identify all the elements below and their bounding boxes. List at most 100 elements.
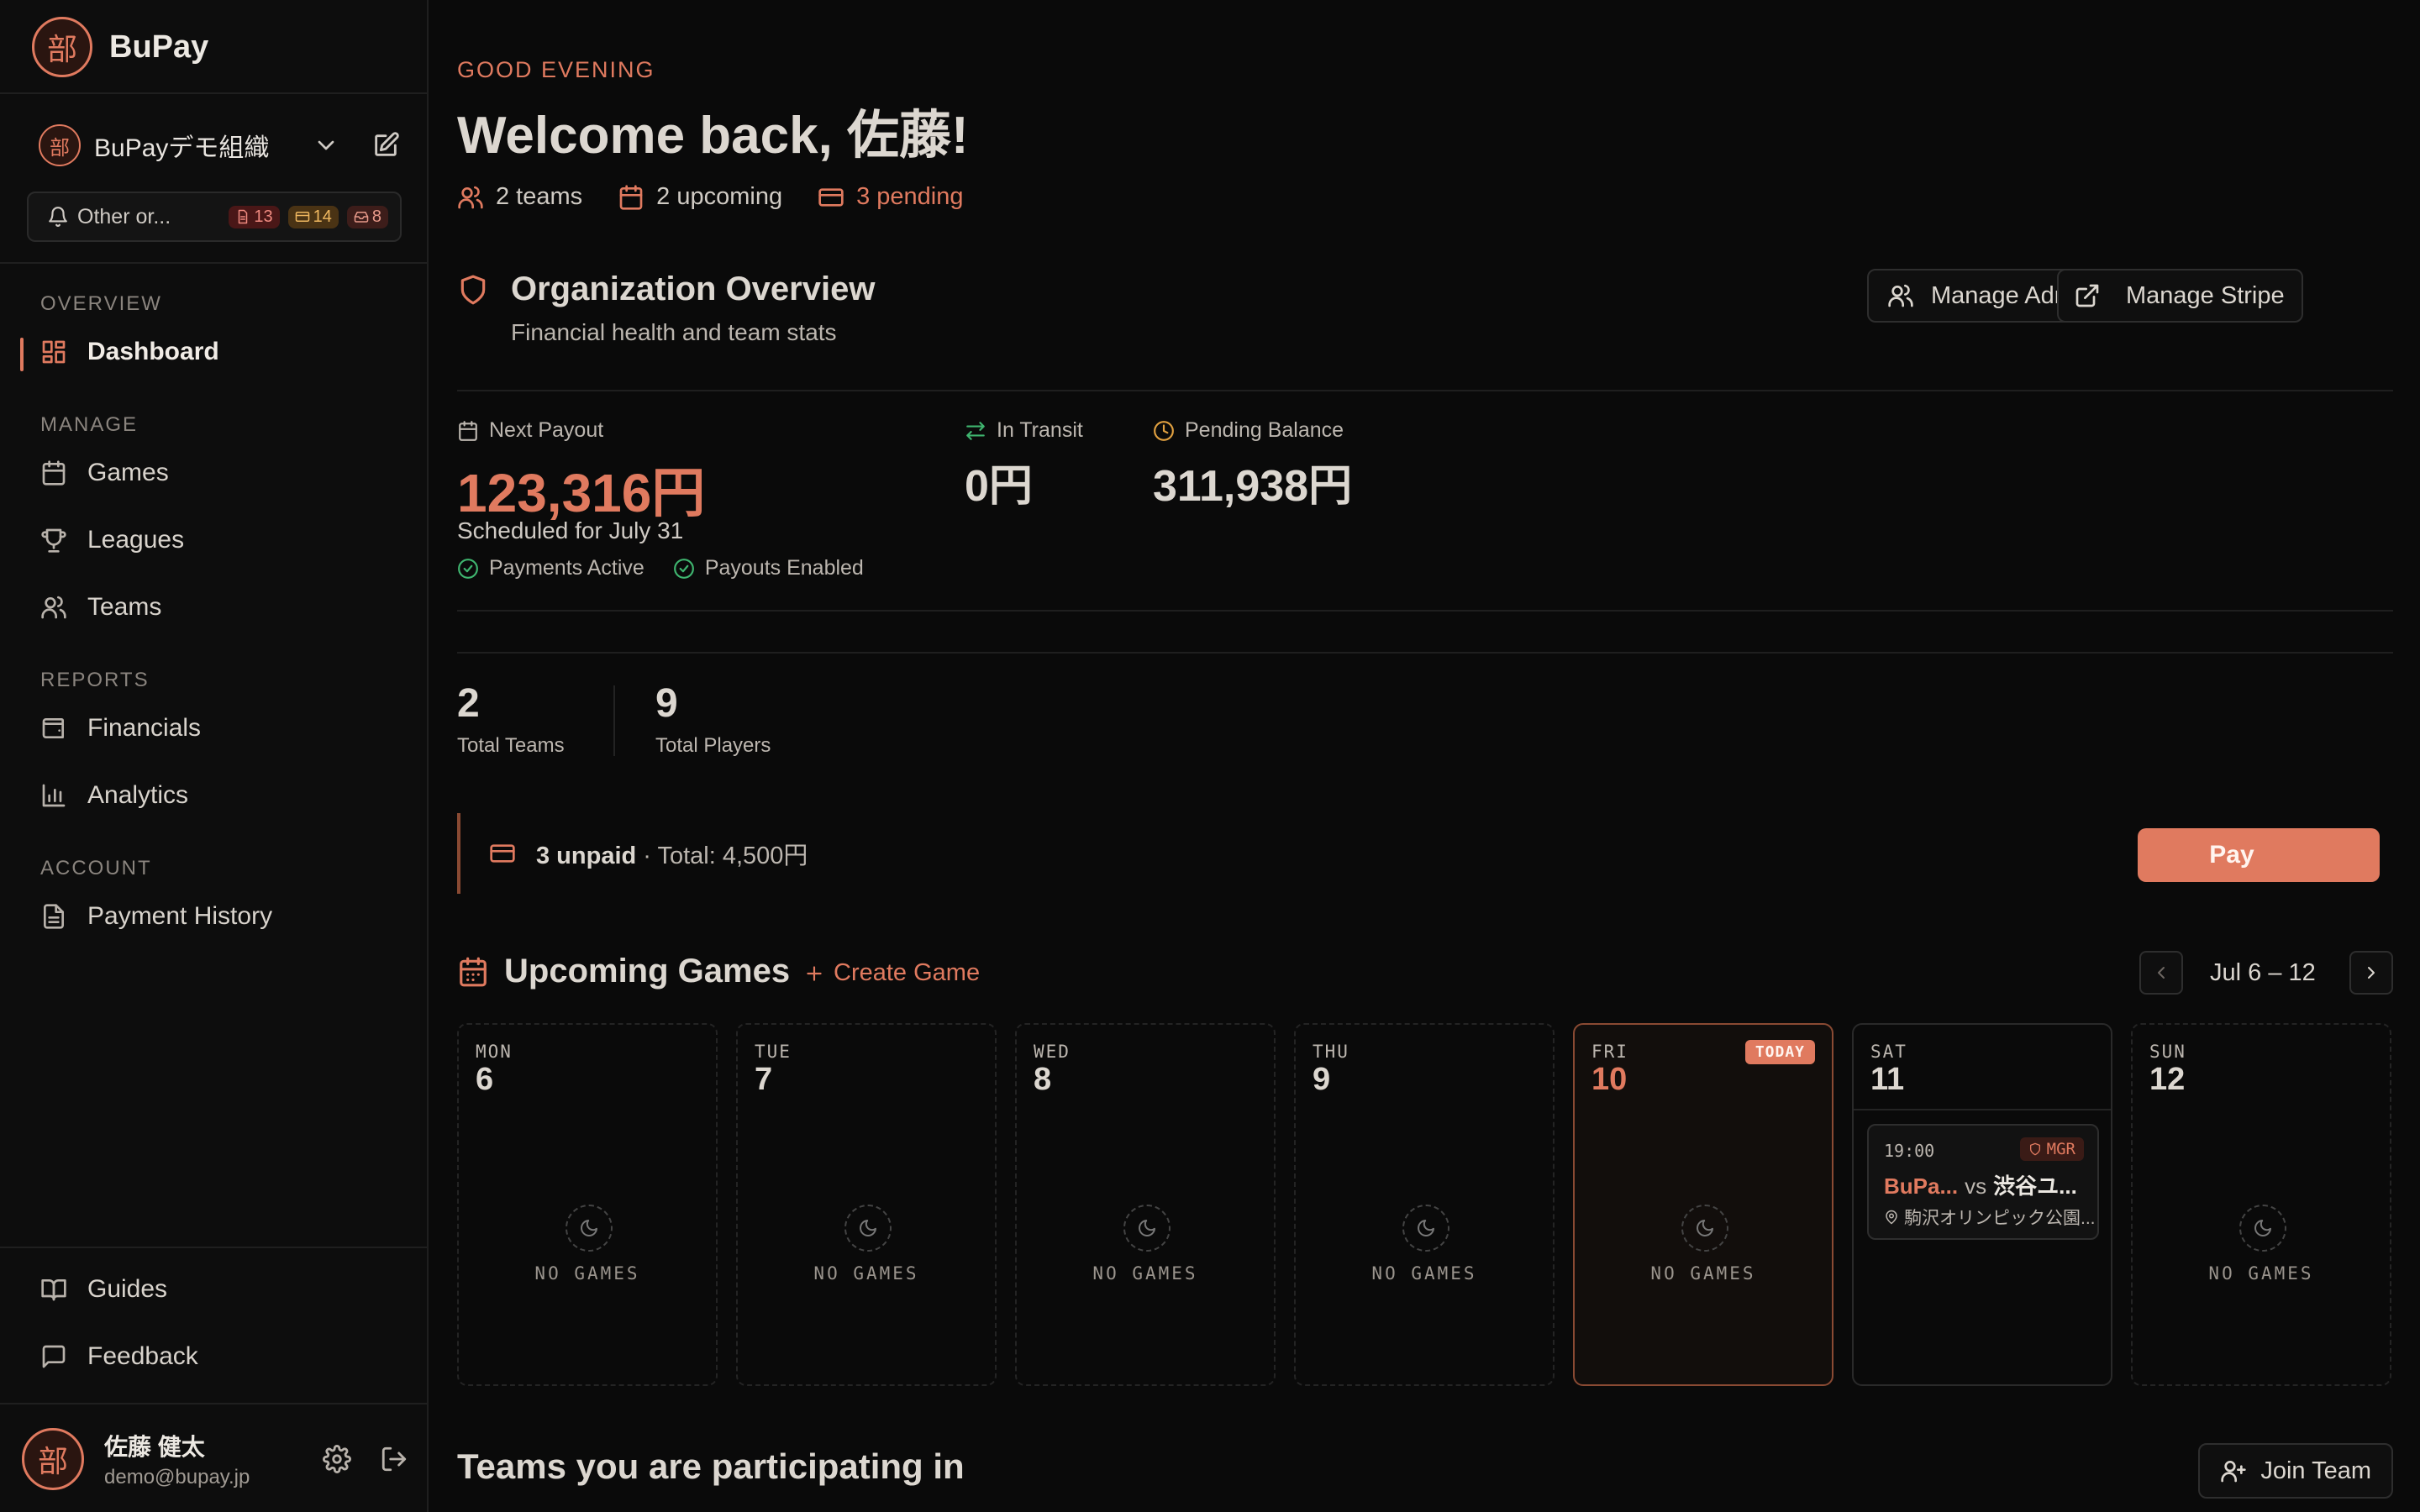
no-games-label: NO GAMES	[1371, 1263, 1477, 1284]
day-number: 9	[1313, 1062, 1331, 1097]
payments-active-status: Payments Active	[457, 556, 644, 580]
game-card[interactable]: 19:00 MGR BuPa... vs 渋谷ユ... 駒沢オリンピック公園...	[1867, 1124, 2099, 1240]
sidebar-item-financials[interactable]: Financials	[40, 714, 201, 743]
unpaid-badge[interactable]: 13	[229, 205, 280, 228]
unpaid-total: · Total: 4,500円	[636, 843, 808, 869]
upcoming-stat[interactable]: 2 upcoming	[618, 183, 782, 211]
sidebar-item-label: Analytics	[87, 781, 189, 809]
overview-title: Organization Overview	[511, 270, 876, 307]
sidebar-item-feedback[interactable]: Feedback	[40, 1342, 198, 1371]
card-badge[interactable]: 14	[287, 205, 339, 228]
card-icon	[818, 187, 844, 207]
sidebar-item-label: Payment History	[87, 902, 273, 930]
day-card[interactable]: THU 9 NO GAMES	[1294, 1023, 1555, 1386]
upcoming-games-title: Upcoming Games	[504, 953, 791, 990]
sidebar-item-label: Teams	[87, 593, 162, 621]
users-icon	[458, 186, 483, 208]
payouts-enabled-label: Payouts Enabled	[704, 556, 864, 580]
org-logo: 部	[39, 124, 81, 166]
org-name: BuPayデモ組織	[94, 134, 270, 162]
day-card[interactable]: TUE 7 NO GAMES	[736, 1023, 997, 1386]
empty-state-icon	[1123, 1205, 1171, 1252]
section-reports: REPORTS	[40, 669, 150, 691]
game-matchup: BuPa... vs 渋谷ユ...	[1884, 1169, 2077, 1200]
empty-state-icon	[1681, 1205, 1728, 1252]
sidebar-item-label: Financials	[87, 714, 202, 742]
teams-section-title: Teams you are participating in	[457, 1446, 965, 1486]
check-circle-icon	[458, 558, 478, 579]
brand[interactable]: 部 BuPay	[32, 17, 208, 77]
chevron-right-icon	[2272, 848, 2281, 863]
day-number: 8	[1034, 1062, 1052, 1097]
chevron-left-icon	[2158, 967, 2165, 979]
unpaid-summary: 3 unpaid · Total: 4,500円	[536, 836, 808, 871]
sidebar-item-leagues[interactable]: Leagues	[40, 526, 184, 554]
in-transit-value: 0円	[965, 462, 1033, 511]
empty-state-icon	[2239, 1205, 2286, 1252]
sidebar-item-analytics[interactable]: Analytics	[40, 781, 188, 810]
card-icon	[295, 212, 309, 222]
day-card[interactable]: MON 6 NO GAMES	[457, 1023, 718, 1386]
unpaid-count: 3 unpaid	[536, 843, 637, 869]
today-badge: TODAY	[1744, 1040, 1815, 1064]
user-name: 佐藤 健太	[104, 1434, 205, 1460]
sidebar-divider	[0, 92, 429, 94]
pending-stat[interactable]: 3 pending	[818, 183, 964, 211]
org-switcher[interactable]: 部 BuPayデモ組織	[39, 124, 400, 166]
prev-week-button[interactable]	[2139, 951, 2183, 995]
users-icon	[41, 596, 66, 619]
day-name: TUE	[755, 1042, 792, 1062]
next-week-button[interactable]	[2349, 951, 2393, 995]
teams-stat[interactable]: 2 teams	[457, 183, 582, 211]
no-games-label: NO GAMES	[1092, 1263, 1198, 1284]
no-games-label: NO GAMES	[1650, 1263, 1756, 1284]
gear-icon[interactable]	[323, 1445, 351, 1473]
pending-balance-label-text: Pending Balance	[1185, 418, 1344, 442]
manager-badge: MGR	[2019, 1137, 2084, 1161]
sidebar-item-label: Leagues	[87, 526, 185, 554]
edit-icon[interactable]	[371, 131, 400, 160]
pending-stat-label: 3 pending	[856, 183, 964, 210]
sidebar-item-guides[interactable]: Guides	[40, 1275, 167, 1304]
sidebar-divider	[0, 1403, 429, 1404]
total-players-label: Total Players	[655, 734, 771, 757]
total-players-value: 9	[655, 681, 678, 726]
create-game-button[interactable]: Create Game	[803, 959, 980, 987]
day-card[interactable]: WED 8 NO GAMES	[1015, 1023, 1276, 1386]
active-indicator	[20, 338, 24, 371]
divider	[613, 685, 615, 756]
sidebar-item-games[interactable]: Games	[40, 459, 169, 487]
divider	[1854, 1109, 2111, 1110]
away-team: 渋谷ユ...	[1993, 1173, 2077, 1199]
pay-button[interactable]: Pay	[2138, 828, 2380, 882]
manage-stripe-button[interactable]: Manage Stripe	[2057, 269, 2303, 323]
sidebar-item-dashboard[interactable]: Dashboard	[40, 338, 219, 366]
game-time: 19:00	[1884, 1141, 1935, 1161]
moon-icon	[860, 1220, 876, 1236]
message-icon	[42, 1345, 66, 1368]
day-name: SUN	[2149, 1042, 2186, 1062]
sidebar-item-payment-history[interactable]: Payment History	[40, 902, 272, 931]
day-card[interactable]: SUN 12 NO GAMES	[2131, 1023, 2391, 1386]
avatar[interactable]: 部	[22, 1428, 84, 1490]
day-card[interactable]: SAT 11 19:00 MGR BuPa... vs 渋谷ユ... 駒沢オリンピック公園..…	[1852, 1023, 2112, 1386]
inbox-badge[interactable]: 8	[346, 205, 388, 228]
notifications-bar[interactable]: Other or... 13 14 8	[27, 192, 402, 242]
empty-state-icon	[566, 1205, 613, 1252]
day-card[interactable]: FRI 10 TODAY NO GAMES	[1573, 1023, 1833, 1386]
shield-icon	[460, 275, 486, 305]
total-teams-value: 2	[457, 681, 480, 726]
sidebar-item-label: Feedback	[87, 1342, 198, 1370]
sidebar-item-teams[interactable]: Teams	[40, 593, 161, 622]
sidebar-item-label: Games	[87, 459, 169, 486]
brand-logo: 部	[32, 17, 92, 77]
chevron-down-icon[interactable]	[313, 132, 339, 159]
divider	[457, 652, 2393, 654]
user-plus-icon	[2221, 1461, 2247, 1483]
in-transit-label: In Transit	[965, 418, 1083, 443]
section-overview: OVERVIEW	[40, 292, 162, 315]
logout-icon[interactable]	[380, 1445, 408, 1473]
moon-icon	[1697, 1220, 1713, 1236]
join-team-button[interactable]: Join Team	[2198, 1443, 2393, 1499]
unpaid-badge-count: 13	[254, 207, 273, 226]
